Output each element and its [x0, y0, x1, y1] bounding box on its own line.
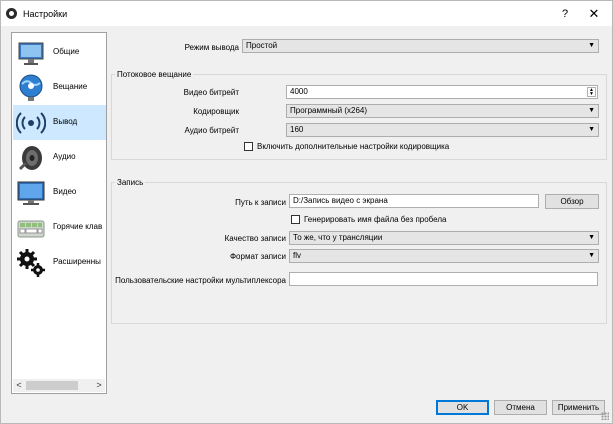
ok-button[interactable]: OK: [436, 400, 489, 415]
sidebar-item-stream[interactable]: Вещание: [13, 70, 106, 105]
no-space-filename-checkbox[interactable]: [291, 215, 300, 224]
broadcast-output-icon: [16, 112, 46, 134]
settings-window: Настройки ? ✕ Общие Вещание Вывод Аудио …: [0, 0, 613, 424]
help-button[interactable]: ?: [553, 5, 577, 23]
resize-grip-icon[interactable]: [601, 412, 609, 420]
audio-bitrate-label: Аудио битрейт: [184, 126, 239, 135]
keyboard-icon: [17, 220, 45, 238]
record-quality-label: Качество записи: [224, 234, 286, 243]
output-mode-select[interactable]: Простой ▼: [242, 39, 599, 53]
advanced-encoder-checkbox[interactable]: [244, 142, 253, 151]
chevron-down-icon: ▼: [588, 107, 595, 114]
sidebar-item-label: Горячие клав: [53, 222, 103, 231]
close-button[interactable]: ✕: [582, 5, 606, 23]
encoder-label: Кодировщик: [193, 107, 239, 116]
recording-group-title: Запись: [115, 178, 146, 187]
chevron-down-icon: ▼: [588, 234, 595, 241]
apply-button[interactable]: Применить: [552, 400, 605, 415]
sidebar-item-hotkeys[interactable]: Горячие клав: [13, 210, 106, 245]
record-path-label: Путь к записи: [235, 198, 286, 207]
sidebar-item-label: Аудио: [53, 152, 76, 161]
title-bar: Настройки ? ✕: [1, 1, 612, 26]
record-format-label: Формат записи: [229, 252, 286, 261]
sidebar-item-output[interactable]: Вывод: [13, 105, 106, 140]
globe-broadcast-icon: [19, 74, 43, 101]
sidebar-item-advanced[interactable]: Расширенны: [13, 245, 106, 280]
record-path-input[interactable]: D:/Запись видео с экрана: [289, 194, 539, 208]
gears-icon: [17, 249, 45, 277]
encoder-value: Программный (x264): [290, 106, 367, 115]
obs-app-icon: [6, 8, 17, 19]
muxer-settings-label: Пользовательские настройки мультиплексор…: [115, 276, 286, 285]
streaming-group-title: Потоковое вещание: [115, 70, 194, 79]
audio-bitrate-select[interactable]: 160 ▼: [286, 123, 599, 137]
record-format-select[interactable]: flv ▼: [289, 249, 599, 263]
window-title: Настройки: [23, 9, 68, 19]
scrollbar-thumb[interactable]: [26, 381, 78, 390]
record-quality-value: То же, что у трансляции: [293, 233, 383, 242]
display-icon: [17, 181, 45, 205]
sidebar-item-label: Вещание: [53, 82, 88, 91]
sidebar-item-label: Видео: [53, 187, 77, 196]
sidebar-horizontal-scrollbar[interactable]: < >: [13, 379, 105, 392]
settings-sidebar: Общие Вещание Вывод Аудио Видео Горячие …: [11, 32, 107, 394]
output-mode-value: Простой: [246, 41, 278, 50]
chevron-down-icon: ▼: [588, 42, 595, 49]
video-bitrate-label: Видео битрейт: [183, 88, 239, 97]
record-path-value: D:/Запись видео с экрана: [293, 196, 388, 205]
audio-bitrate-value: 160: [290, 125, 304, 134]
sidebar-item-audio[interactable]: Аудио: [13, 140, 106, 175]
speaker-icon: [18, 146, 42, 171]
record-quality-select[interactable]: То же, что у трансляции ▼: [289, 231, 599, 245]
sidebar-item-label: Вывод: [53, 117, 78, 126]
scroll-left-arrow[interactable]: <: [13, 379, 25, 392]
video-bitrate-value: 4000: [290, 87, 308, 96]
chevron-down-icon: ▼: [588, 126, 595, 133]
output-mode-label: Режим вывода: [184, 43, 239, 52]
advanced-encoder-label: Включить дополнительные настройки кодиро…: [257, 142, 450, 151]
encoder-select[interactable]: Программный (x264) ▼: [286, 104, 599, 118]
output-settings-panel: Режим вывода Простой ▼ Потоковое вещание…: [111, 32, 607, 394]
muxer-settings-input[interactable]: [289, 272, 598, 286]
browse-button[interactable]: Обзор: [545, 194, 599, 209]
record-format-value: flv: [293, 251, 301, 260]
video-bitrate-spinbox[interactable]: 4000 ▲ ▼: [286, 85, 598, 99]
cancel-button[interactable]: Отмена: [494, 400, 547, 415]
sidebar-item-video[interactable]: Видео: [13, 175, 106, 210]
chevron-down-icon: ▼: [588, 252, 595, 259]
scroll-right-arrow[interactable]: >: [93, 379, 105, 392]
sidebar-item-label: Общие: [53, 47, 80, 56]
no-space-filename-label: Генерировать имя файла без пробела: [304, 215, 447, 224]
monitor-general-icon: [18, 42, 44, 65]
spin-up-down-icon[interactable]: ▲ ▼: [587, 87, 596, 97]
sidebar-item-label: Расширенны: [53, 257, 101, 266]
sidebar-item-general[interactable]: Общие: [13, 35, 106, 70]
